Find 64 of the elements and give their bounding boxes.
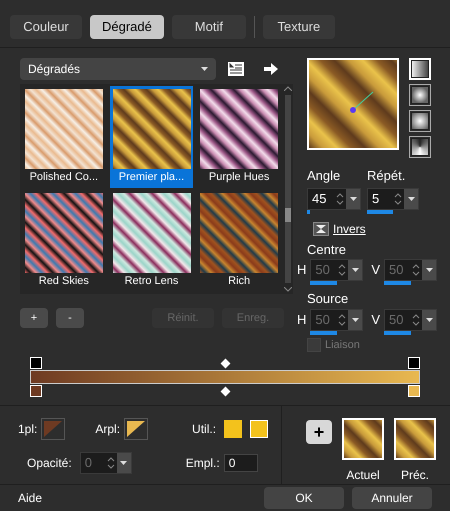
link-label: Liaison bbox=[325, 338, 360, 352]
foreground-swatch[interactable] bbox=[41, 418, 66, 440]
color-swatch[interactable] bbox=[224, 420, 242, 438]
stop-marker-icon[interactable] bbox=[30, 357, 42, 369]
gradient-bar[interactable] bbox=[30, 370, 420, 384]
cancel-button[interactable]: Annuler bbox=[352, 487, 432, 509]
gradient-dropdown[interactable]: Dégradés bbox=[20, 58, 216, 80]
scrollbar-thumb[interactable] bbox=[285, 208, 291, 222]
center-label: Centre bbox=[307, 240, 348, 258]
h-label: H bbox=[297, 261, 306, 279]
stop-marker-icon[interactable] bbox=[408, 357, 420, 369]
current-gradient-swatch bbox=[342, 418, 384, 460]
help-link[interactable]: Aide bbox=[18, 489, 264, 507]
color-stop-marker[interactable] bbox=[30, 385, 42, 397]
gradient-style-button[interactable] bbox=[409, 136, 431, 158]
ok-button[interactable]: OK bbox=[264, 487, 344, 509]
dropdown-caret-icon[interactable] bbox=[348, 260, 362, 280]
dropdown-caret-icon[interactable] bbox=[348, 310, 362, 330]
dropdown-caret-icon[interactable] bbox=[422, 260, 436, 280]
repeat-label: Répét. bbox=[367, 167, 406, 185]
tab[interactable]: Couleur bbox=[10, 15, 82, 39]
gradient-style-button[interactable] bbox=[409, 84, 431, 106]
user-color-label: Util.: bbox=[192, 421, 216, 438]
dropdown-caret-icon[interactable] bbox=[404, 188, 418, 208]
dropdown-caret-icon bbox=[201, 67, 208, 71]
color-swatch[interactable] bbox=[250, 420, 268, 438]
gradient-style-button[interactable] bbox=[409, 110, 431, 132]
angle-label: Angle bbox=[307, 167, 342, 185]
list-view-icon[interactable] bbox=[228, 62, 244, 76]
gradient-preview[interactable] bbox=[307, 58, 399, 150]
location-label: Empl.: bbox=[186, 455, 220, 472]
h-label: H bbox=[297, 310, 306, 328]
preset-button[interactable]: + bbox=[20, 308, 48, 328]
number-field[interactable]: 5 bbox=[367, 188, 419, 210]
midpoint-icon[interactable] bbox=[220, 358, 230, 368]
dropdown-caret-icon[interactable] bbox=[346, 188, 360, 208]
add-button[interactable]: + bbox=[306, 420, 332, 444]
arrow-right-icon[interactable] bbox=[264, 63, 278, 75]
invert-label[interactable]: Invers bbox=[333, 220, 366, 238]
color-stop-marker[interactable] bbox=[408, 385, 420, 397]
gradient-preset[interactable]: Premier pla... bbox=[110, 86, 194, 188]
invert-icon[interactable] bbox=[313, 222, 329, 236]
foreground-label: 1pl: bbox=[18, 421, 38, 438]
previous-label: Préc. bbox=[400, 467, 429, 484]
preset-button[interactable]: - bbox=[56, 308, 84, 328]
dropdown-caret-icon[interactable] bbox=[116, 453, 131, 473]
scroll-down-icon[interactable] bbox=[284, 287, 292, 292]
source-label: Source bbox=[307, 290, 350, 308]
dropdown-caret-icon[interactable] bbox=[422, 310, 436, 330]
background-label: Arpl: bbox=[95, 421, 120, 438]
tab[interactable]: Motif bbox=[172, 15, 246, 39]
opacity-label: Opacité: bbox=[27, 455, 72, 472]
number-field[interactable]: 45 bbox=[307, 188, 361, 210]
scrollbar-track[interactable] bbox=[285, 95, 291, 283]
tab[interactable]: Texture bbox=[262, 15, 335, 39]
midpoint-icon[interactable] bbox=[220, 386, 230, 396]
tab[interactable]: Dégradé bbox=[90, 15, 164, 39]
v-label: V bbox=[371, 261, 380, 279]
background-swatch[interactable] bbox=[124, 418, 148, 440]
scroll-up-icon[interactable] bbox=[284, 86, 292, 91]
current-label: Actuel bbox=[346, 467, 380, 484]
v-label: V bbox=[371, 310, 380, 328]
location-field[interactable]: 0 bbox=[224, 454, 258, 472]
previous-gradient-swatch[interactable] bbox=[394, 418, 436, 460]
